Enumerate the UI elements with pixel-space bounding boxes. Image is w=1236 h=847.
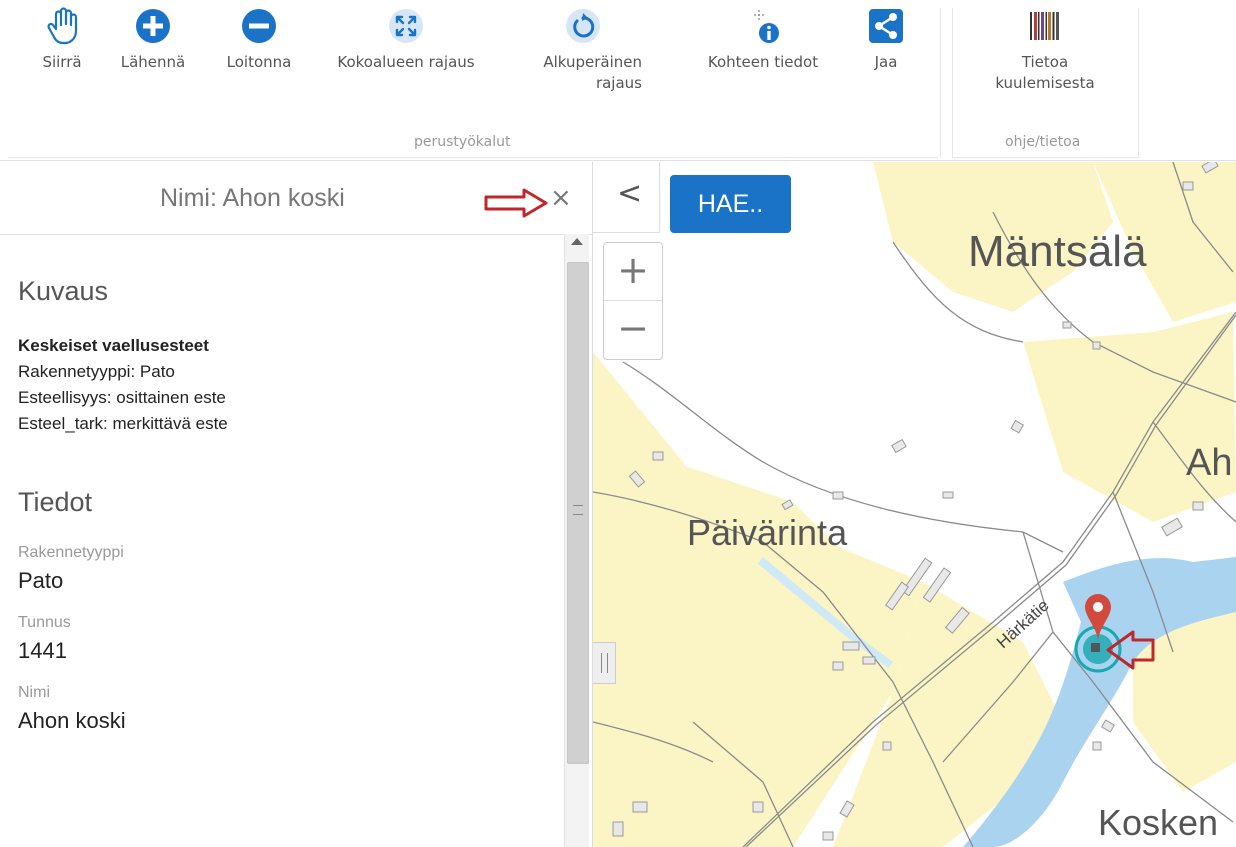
place-label: Ah [1186, 442, 1233, 484]
panel-header: Nimi: Ahon koski × [0, 162, 592, 235]
panel-scrollbar[interactable] [564, 234, 589, 847]
panel-title: Nimi: Ahon koski [160, 184, 345, 212]
tool-label-line1: Alkuperäinen [543, 53, 642, 71]
group-underline [8, 157, 938, 158]
full-extent-icon [389, 9, 423, 43]
group-label-basic-tools: perustyökalut [414, 134, 511, 150]
description-line: Rakennetyyppi: Pato [18, 362, 175, 381]
description-line: Esteel_tark: merkittävä este [18, 414, 228, 433]
description-line: Keskeiset vaellusesteet [18, 336, 209, 355]
zoom-control: + − [603, 242, 663, 360]
group-separator [1138, 8, 1139, 158]
annotation-arrow-icon [484, 188, 548, 218]
barcode-info-icon [1030, 12, 1059, 40]
tool-label-line1: Tietoa [1021, 53, 1069, 71]
panel-body: Kuvaus Keskeiset vaellusesteet Rakennety… [18, 252, 558, 734]
scroll-thumb[interactable] [567, 262, 589, 764]
chevron-left-icon: < [617, 176, 643, 211]
section-title-description: Kuvaus [18, 276, 109, 306]
share-icon [869, 9, 903, 43]
tool-share[interactable]: Jaa [858, 6, 914, 73]
tool-label-line2: rajaus [595, 74, 642, 92]
reset-extent-icon [566, 9, 600, 43]
tool-label: Jaa [874, 53, 898, 71]
toolbar: Siirrä Lähennä Loitonna Kokoalueen rajau… [0, 0, 1236, 161]
tool-label: Kohteen tiedot [707, 53, 819, 71]
group-label-help: ohje/tietoa [1005, 134, 1081, 150]
panel-resize-handle[interactable] [593, 642, 616, 684]
tool-label-line2: kuulemisesta [995, 74, 1095, 92]
map-zoom-out-button[interactable]: − [604, 301, 662, 358]
collapse-panel-button[interactable]: < [593, 162, 660, 233]
zoom-in-icon [136, 9, 170, 43]
identify-info-icon [754, 10, 779, 43]
tool-reset-extent[interactable]: Alkuperäinen rajaus [520, 6, 646, 94]
field-value: Ahon koski [18, 708, 126, 733]
place-label: Päivärinta [687, 512, 848, 553]
tool-hearing-info[interactable]: Tietoa kuulemisesta [980, 6, 1110, 94]
section-title-details: Tiedot [18, 487, 93, 517]
field-label: Rakennetyyppi [18, 544, 124, 561]
tool-label: Siirrä [42, 53, 82, 71]
tool-label: Lähennä [120, 53, 186, 71]
tool-label: Loitonna [226, 53, 292, 71]
grip-icon [573, 505, 583, 515]
tool-pan[interactable]: Siirrä [22, 6, 102, 73]
hand-pan-icon [47, 7, 78, 45]
map-view[interactable]: Mäntsälä Päivärinta Ah Kosken Härkätie <… [593, 162, 1236, 847]
tool-label: Kokoalueen rajaus [337, 53, 475, 71]
zoom-out-icon [242, 9, 276, 43]
map-zoom-in-button[interactable]: + [604, 243, 662, 301]
search-button[interactable]: HAE.. [670, 175, 791, 233]
tool-full-extent[interactable]: Kokoalueen rajaus [326, 6, 486, 73]
description-line: Esteellisyys: osittainen este [18, 388, 226, 407]
feature-info-panel: Nimi: Ahon koski × Kuvaus Keskeiset vael… [0, 162, 593, 847]
tool-identify[interactable]: Kohteen tiedot [696, 6, 830, 73]
tool-zoom-in[interactable]: Lähennä [113, 6, 193, 73]
group-separator [940, 8, 941, 158]
field-label: Nimi [18, 684, 50, 701]
tool-zoom-out[interactable]: Loitonna [216, 6, 302, 73]
grip-icon [601, 653, 608, 673]
scroll-up-arrow-icon[interactable] [571, 238, 583, 245]
place-label: Mäntsälä [968, 227, 1147, 276]
close-panel-button[interactable]: × [550, 185, 572, 211]
group-underline [953, 157, 1138, 158]
place-label: Kosken [1098, 802, 1219, 843]
field-value: 1441 [18, 638, 67, 663]
field-label: Tunnus [18, 614, 71, 631]
field-value: Pato [18, 568, 64, 593]
group-separator [952, 8, 953, 158]
